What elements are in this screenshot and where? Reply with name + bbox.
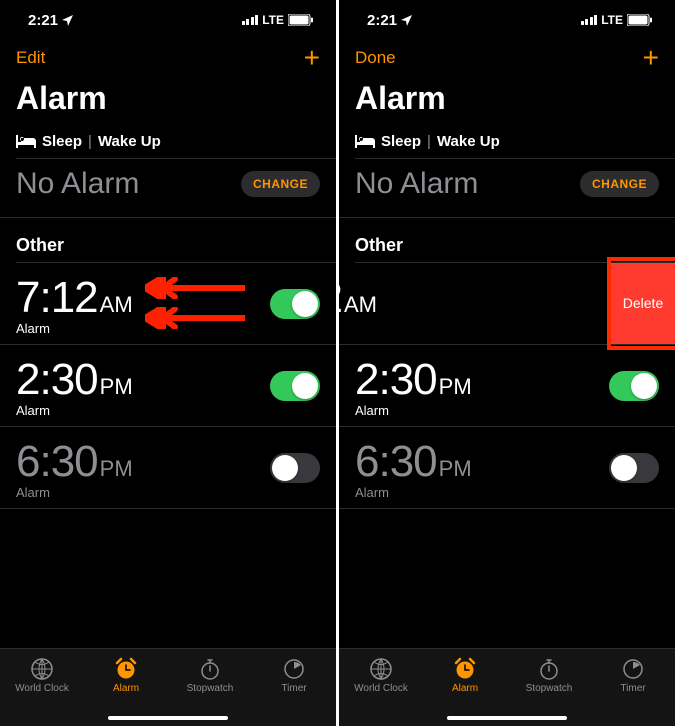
add-alarm-button[interactable]: + [643,44,659,72]
home-indicator[interactable] [447,716,567,720]
no-alarm-text: No Alarm [16,167,139,201]
alarm-row-0[interactable]: 7:12AM Alarm [0,263,336,345]
sleep-label: Sleep [381,133,421,150]
globe-icon [30,657,54,681]
nav-bar: Edit + [0,40,336,80]
alarm-row-2[interactable]: 6:30PM Alarm [339,427,675,509]
signal-icon [581,15,598,25]
edit-button[interactable]: Edit [16,48,45,68]
alarm-toggle-1[interactable] [609,371,659,401]
tab-stopwatch[interactable]: Stopwatch [513,657,585,694]
status-bar: 2:21 LTE [339,0,675,40]
tab-bar: World Clock Alarm Stopwatch Timer [0,648,336,726]
other-header: Other [0,217,336,262]
phone-right: 2:21 LTE Done + Alarm Sleep | Wake Up No… [339,0,675,726]
tab-stopwatch[interactable]: Stopwatch [174,657,246,694]
alarm-row-2[interactable]: 6:30PM Alarm [0,427,336,509]
alarm-row-1[interactable]: 2:30PM Alarm [0,345,336,427]
alarm-toggle-0[interactable] [270,289,320,319]
location-icon [62,15,73,26]
alarm-toggle-1[interactable] [270,371,320,401]
add-alarm-button[interactable]: + [304,44,320,72]
home-indicator[interactable] [108,716,228,720]
delete-button[interactable]: Delete [611,263,675,344]
wakeup-label: Wake Up [98,133,161,150]
alarm-icon [453,657,477,681]
network-label: LTE [262,13,284,27]
swipe-arrows-annotation [145,277,245,329]
tab-alarm[interactable]: Alarm [90,657,162,694]
change-button[interactable]: CHANGE [580,171,659,197]
bed-icon [355,135,375,148]
timer-icon [282,657,306,681]
alarm-row-1[interactable]: 2:30PM Alarm [339,345,675,427]
other-header: Other [339,217,675,262]
stopwatch-icon [198,657,222,681]
tab-timer[interactable]: Timer [258,657,330,694]
sleep-label: Sleep [42,133,82,150]
phone-left: 2:21 LTE Edit + Alarm Sleep | Wake Up No… [0,0,336,726]
no-alarm-row: No Alarm CHANGE [339,159,675,217]
location-icon [401,15,412,26]
page-title: Alarm [0,80,336,127]
timer-icon [621,657,645,681]
sleep-wake-header: Sleep | Wake Up [339,127,675,158]
battery-icon [288,14,314,26]
battery-icon [627,14,653,26]
signal-icon [242,15,259,25]
status-time: 2:21 [367,12,397,29]
alarm-icon [114,657,138,681]
sleep-wake-header: Sleep | Wake Up [0,127,336,158]
tab-bar: World Clock Alarm Stopwatch Timer [339,648,675,726]
done-button[interactable]: Done [355,48,396,68]
wakeup-label: Wake Up [437,133,500,150]
no-alarm-text: No Alarm [355,167,478,201]
bed-icon [16,135,36,148]
nav-bar: Done + [339,40,675,80]
tab-alarm[interactable]: Alarm [429,657,501,694]
tab-world-clock[interactable]: World Clock [345,657,417,694]
stopwatch-icon [537,657,561,681]
tab-world-clock[interactable]: World Clock [6,657,78,694]
network-label: LTE [601,13,623,27]
status-bar: 2:21 LTE [0,0,336,40]
alarm-row-0[interactable]: 12AM Alarm Delete [339,263,675,345]
no-alarm-row: No Alarm CHANGE [0,159,336,217]
change-button[interactable]: CHANGE [241,171,320,197]
alarm-toggle-2[interactable] [270,453,320,483]
tab-timer[interactable]: Timer [597,657,669,694]
alarm-toggle-2[interactable] [609,453,659,483]
status-time: 2:21 [28,12,58,29]
page-title: Alarm [339,80,675,127]
globe-icon [369,657,393,681]
